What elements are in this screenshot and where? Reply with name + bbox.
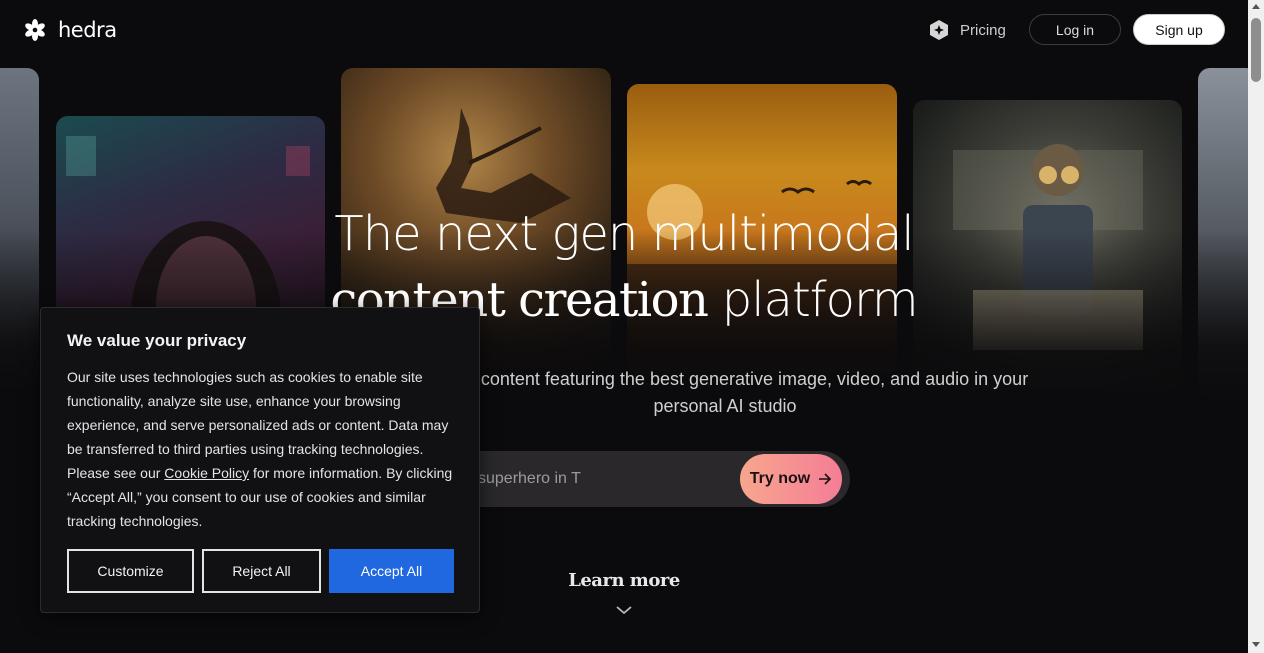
scroll-down-arrow-icon[interactable] — [1252, 642, 1260, 647]
pricing-label: Pricing — [960, 21, 1006, 39]
prompt-input[interactable]: superhero in T — [478, 470, 581, 488]
hero-title-line1: The next gen multimodal — [334, 206, 914, 262]
logo[interactable]: hedra — [24, 18, 117, 42]
try-now-label: Try now — [749, 470, 811, 487]
arrow-right-icon — [819, 473, 832, 485]
login-button[interactable]: Log in — [1029, 14, 1121, 45]
page-scrollbar[interactable] — [1248, 0, 1264, 653]
prompt-bar[interactable]: superhero in T Try now — [420, 451, 850, 507]
hero-subtitle: Create content featuring the best genera… — [421, 369, 1029, 416]
cookie-title: We value your privacy — [67, 331, 247, 350]
accept-all-button[interactable]: Accept All — [329, 549, 454, 593]
pricing-link[interactable]: Pricing — [928, 19, 1006, 41]
customize-button[interactable]: Customize — [67, 549, 194, 593]
signup-button[interactable]: Sign up — [1133, 14, 1225, 45]
try-now-button[interactable]: Try now — [740, 454, 842, 504]
cookie-consent-dialog: We value your privacy Our site uses tech… — [40, 307, 480, 613]
hedra-flower-logo-icon — [25, 19, 45, 41]
hexagon-sparkle-icon — [930, 20, 948, 40]
scroll-up-arrow-icon[interactable] — [1252, 4, 1260, 9]
scrollbar-thumb[interactable] — [1251, 18, 1261, 82]
hero-title-sans: platform — [707, 272, 919, 328]
reject-all-button[interactable]: Reject All — [202, 549, 321, 593]
chevron-down-icon[interactable] — [614, 604, 634, 616]
cookie-body: Our site uses technologies such as cooki… — [67, 365, 457, 533]
cookie-policy-link[interactable]: Cookie Policy — [164, 465, 249, 481]
logo-text: hedra — [58, 18, 117, 42]
site-header: hedra Pricing Log in Sign up — [0, 0, 1248, 60]
